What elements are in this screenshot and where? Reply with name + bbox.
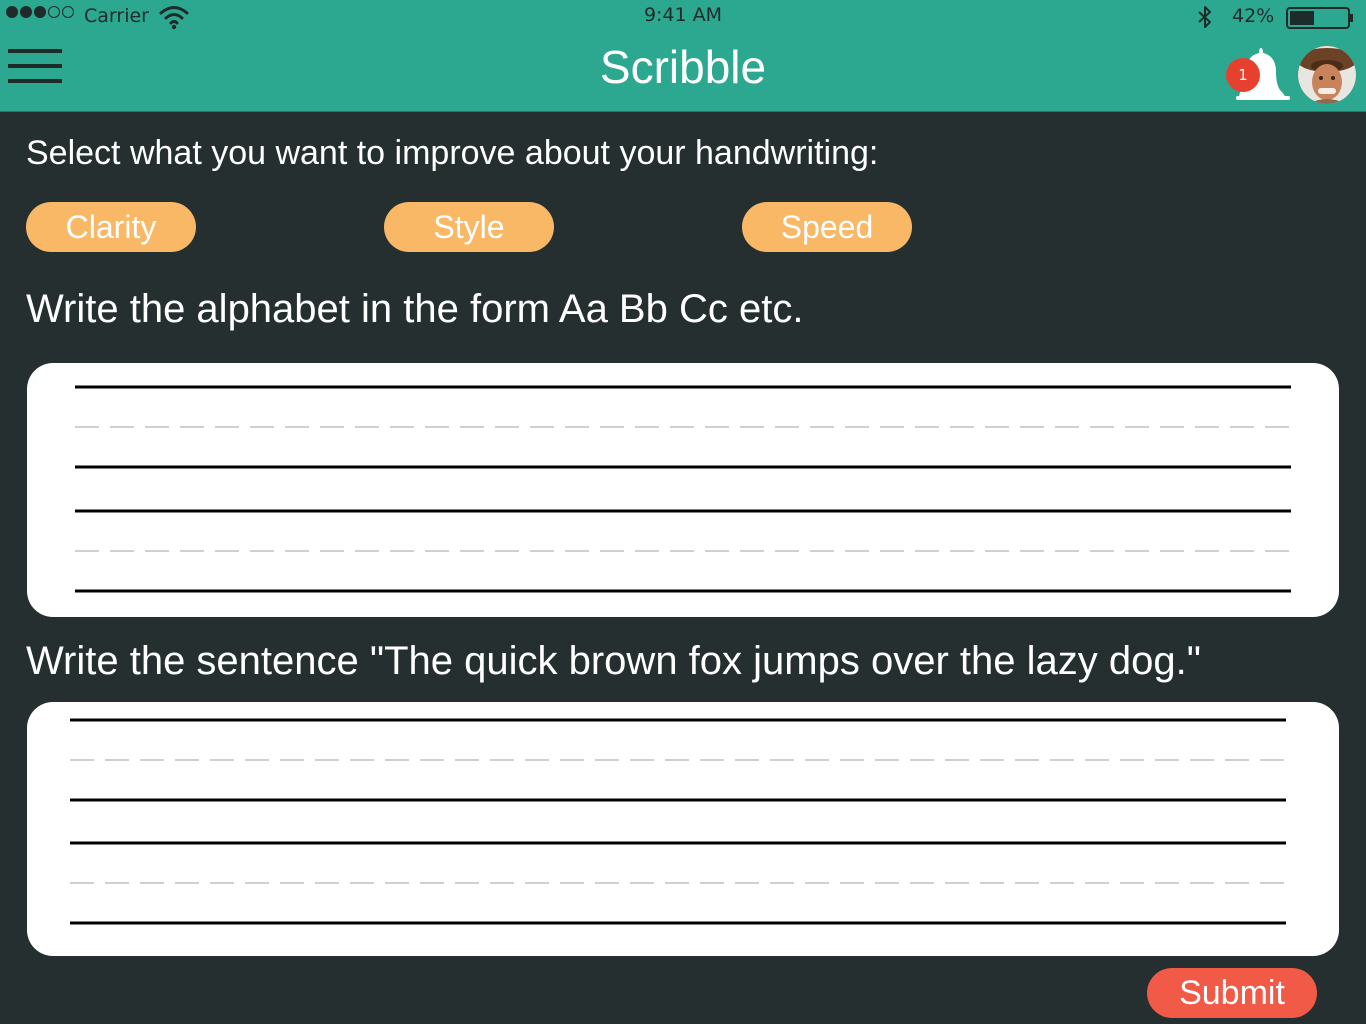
notification-badge: 1 — [1226, 58, 1260, 92]
handwriting-guide-lines — [75, 385, 1291, 593]
app-header: Carrier 9:41 AM 42% Scribble 1 — [0, 0, 1366, 112]
style-option-button[interactable]: Style — [384, 202, 554, 252]
notifications-button[interactable]: 1 — [1224, 46, 1290, 104]
avatar[interactable] — [1298, 46, 1356, 104]
clarity-option-button[interactable]: Clarity — [26, 202, 196, 252]
status-time: 9:41 AM — [643, 4, 723, 26]
app-title: Scribble — [599, 41, 767, 93]
battery-percentage: 42% — [1232, 5, 1275, 27]
bluetooth-icon — [1198, 6, 1211, 28]
handwriting-guide-lines — [70, 718, 1286, 925]
user-avatar-photo — [1298, 46, 1356, 104]
improvement-prompt: Select what you want to improve about yo… — [26, 134, 879, 172]
alphabet-prompt: Write the alphabet in the form Aa Bb Cc … — [26, 287, 804, 331]
sentence-prompt: Write the sentence "The quick brown fox … — [26, 639, 1201, 683]
sentence-writing-pad[interactable] — [27, 702, 1339, 956]
speed-option-button[interactable]: Speed — [742, 202, 912, 252]
submit-button[interactable]: Submit — [1147, 968, 1317, 1018]
battery-icon — [1286, 7, 1353, 29]
status-bar: Carrier 9:41 AM 42% — [0, 0, 1366, 34]
alphabet-writing-pad[interactable] — [27, 363, 1339, 617]
